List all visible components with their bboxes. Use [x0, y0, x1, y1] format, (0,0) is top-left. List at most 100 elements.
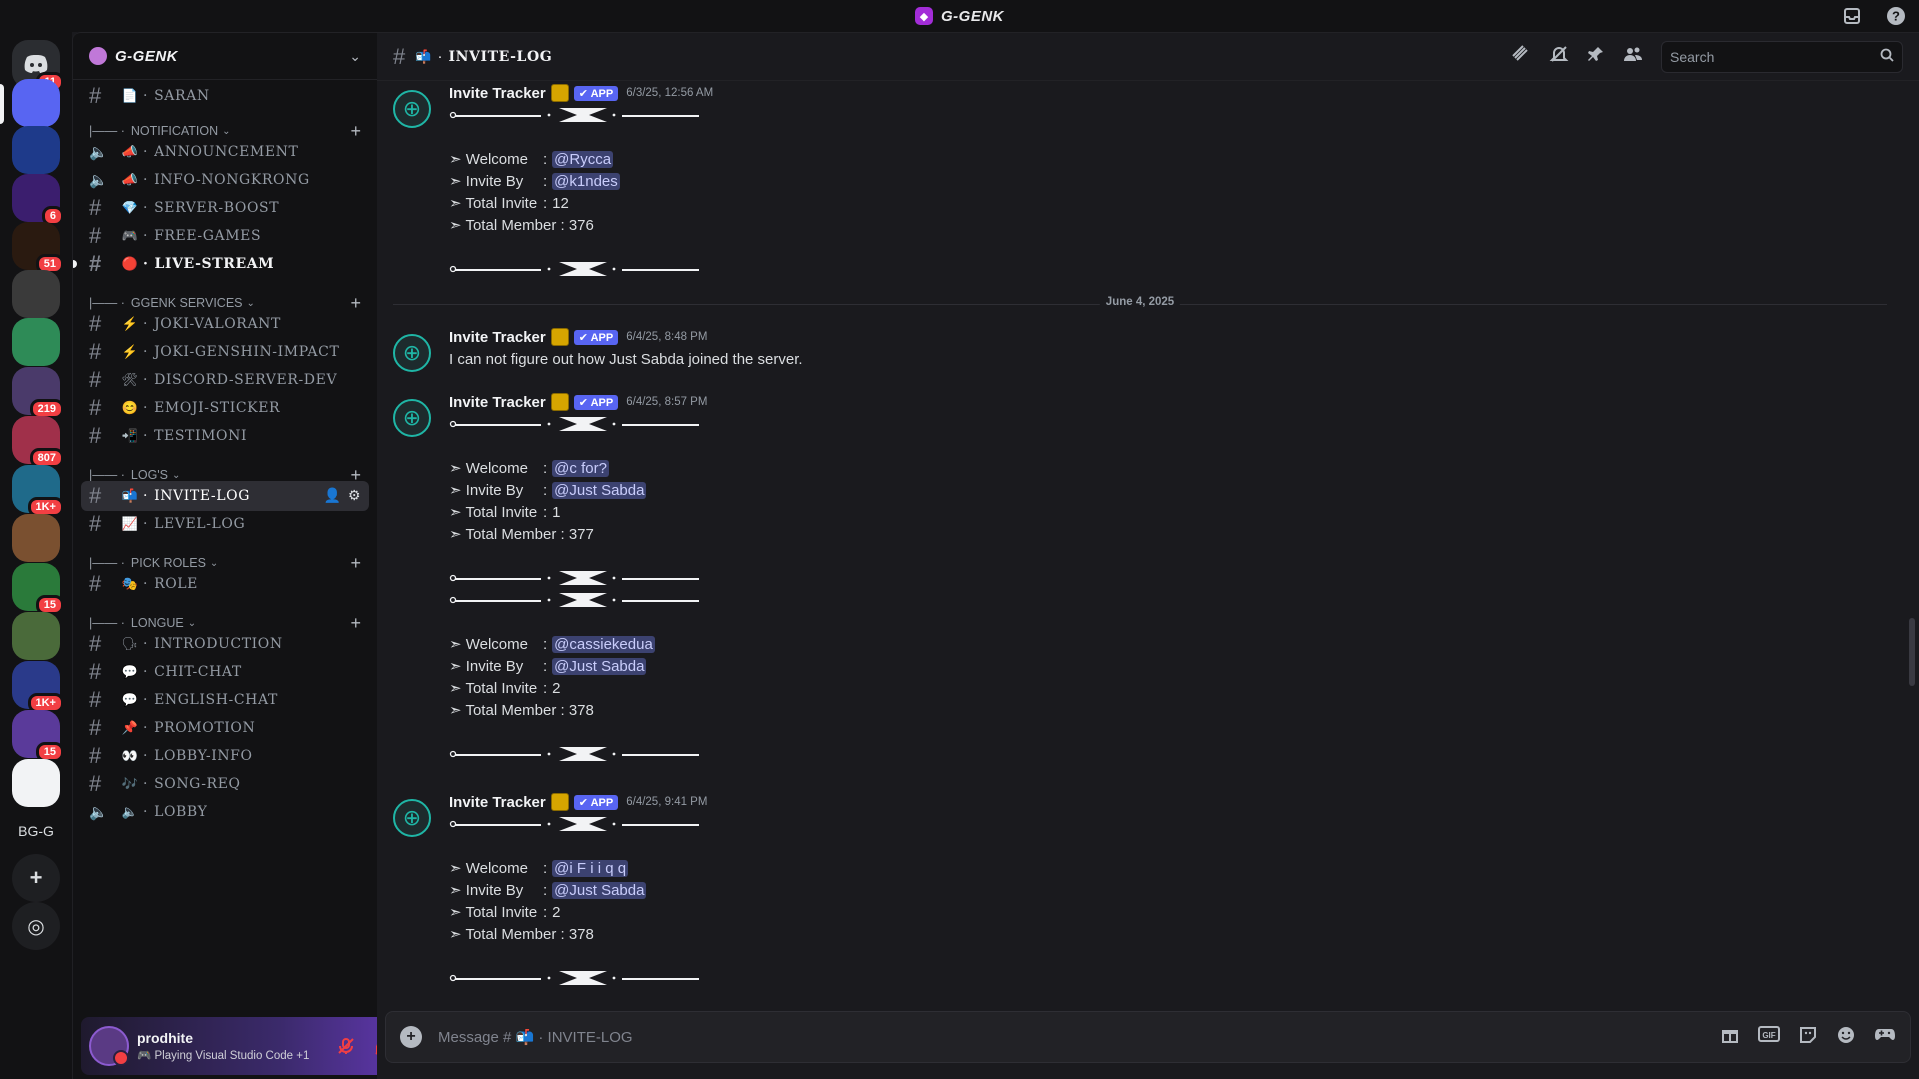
bot-avatar[interactable]: ⊕	[393, 399, 431, 437]
scrollbar[interactable]	[1909, 618, 1915, 686]
app-badge: ✔ APP	[573, 794, 619, 810]
server-icon-8[interactable]: 807	[12, 416, 64, 468]
emoji-icon[interactable]	[1836, 1025, 1856, 1050]
member-list-icon[interactable]	[1623, 45, 1643, 68]
channel-testimoni[interactable]: # 📲 · TESTIMONI	[81, 421, 369, 451]
total-invite-line: ➣ Total Invite:2	[449, 903, 561, 922]
channel-role[interactable]: # 🎭 · ROLE	[81, 569, 369, 599]
server-icon-7[interactable]: 219	[12, 367, 64, 419]
channel-name: SARAN	[154, 88, 210, 104]
channel-emoji-sticker[interactable]: # 😊 · EMOJI-STICKER	[81, 393, 369, 423]
channel-saran[interactable]: # 📄 · SARAN	[81, 81, 369, 111]
server-icon-13[interactable]: 1K+	[12, 661, 64, 713]
server-icon-16[interactable]: BG-G	[12, 807, 60, 855]
server-icon-10[interactable]	[12, 514, 60, 562]
user-mention[interactable]: @Rycca	[552, 150, 614, 168]
channel-emoji: 📬	[121, 488, 139, 504]
message-author[interactable]: Invite Tracker	[449, 394, 546, 411]
main-panel: # 📬 · INVITE-LOG Search ⊕ Invite Tracker…	[377, 32, 1919, 1079]
invite-member-icon[interactable]: 👤	[324, 488, 342, 504]
channel-invite-log[interactable]: # 📬 · INVITE-LOG 👤 ⚙	[81, 481, 369, 511]
welcome-line: ➣ Welcome: @i F i i q q	[449, 859, 629, 877]
channel-name: TESTIMONI	[154, 428, 248, 444]
message-input[interactable]	[438, 1028, 1720, 1046]
hashtag-icon: #	[89, 223, 102, 248]
server-icon-15[interactable]	[12, 759, 60, 807]
channel-sidebar: G-GENK ⌄ # 📄 · SARAN |—— · NOTIFICATION ⌄ + 🔈 📣 · A…	[72, 32, 442, 1079]
voice-speaker-icon: 🔈	[89, 804, 109, 821]
search-input[interactable]	[1670, 48, 1880, 65]
server-icon-1[interactable]	[12, 79, 60, 127]
server-avatar	[12, 612, 60, 660]
user-mention[interactable]: @k1ndes	[552, 172, 620, 190]
message-author[interactable]: Invite Tracker	[449, 85, 546, 102]
upload-plus-icon[interactable]: +	[400, 1026, 422, 1048]
hashtag-icon: #	[89, 367, 102, 392]
channel-song-req[interactable]: # 🎶 · SONG-REQ	[81, 769, 369, 799]
avatar[interactable]	[89, 1026, 129, 1066]
channel-name: ROLE	[154, 576, 198, 592]
bot-avatar[interactable]: ⊕	[393, 334, 431, 372]
server-icon-6[interactable]	[12, 318, 60, 366]
channel-emoji: 🎭	[121, 576, 139, 592]
help-icon[interactable]: ?	[1885, 5, 1907, 27]
server-icon-12[interactable]	[12, 612, 60, 660]
mute-icon[interactable]	[334, 1034, 358, 1058]
server-icon-2[interactable]	[12, 126, 60, 174]
channel-joki-genshin-impact[interactable]: # ⚡ · JOKI-GENSHIN-IMPACT	[81, 337, 369, 367]
chevron-down-icon[interactable]: ⌄	[349, 48, 361, 65]
user-mention[interactable]: @cassiekedua	[552, 635, 655, 653]
pin-icon[interactable]	[1587, 45, 1605, 68]
category-label: LOG'S	[130, 468, 169, 482]
user-mention[interactable]: @Just Sabda	[552, 657, 647, 675]
threads-icon[interactable]	[1511, 44, 1531, 69]
user-mention[interactable]: @i F i i q q	[552, 859, 629, 877]
server-icon-3[interactable]: 6	[12, 174, 64, 226]
bot-avatar[interactable]: ⊕	[393, 90, 431, 128]
server-icon-14[interactable]: 15	[12, 710, 64, 762]
user-mention[interactable]: @Just Sabda	[552, 481, 647, 499]
user-mention[interactable]: @Just Sabda	[552, 881, 647, 899]
user-mention[interactable]: @c for?	[552, 459, 609, 477]
inbox-icon[interactable]	[1841, 5, 1863, 27]
bot-avatar[interactable]: ⊕	[393, 799, 431, 837]
total-invite-line: ➣ Total Invite:12	[449, 194, 569, 213]
server-icon-4[interactable]: 51	[12, 222, 64, 274]
activity-gamepad-icon[interactable]	[1874, 1025, 1896, 1050]
server-header[interactable]: G-GENK ⌄	[73, 32, 377, 80]
channel-chit-chat[interactable]: # 💬 · CHIT-CHAT	[81, 657, 369, 687]
channel-introduction[interactable]: # 🗣 · INTRODUCTION	[81, 629, 369, 659]
welcome-line: ➣ Welcome: @Rycca	[449, 150, 614, 168]
channel-lobby[interactable]: 🔈 🔈 · LOBBY	[81, 797, 369, 827]
channel-live-stream[interactable]: # 🔴 · LIVE-STREAM	[73, 249, 369, 279]
title-bar: ◆ G-GENK ?	[0, 0, 1919, 32]
message-author[interactable]: Invite Tracker	[449, 329, 546, 346]
server-icon-9[interactable]: 1K+	[12, 465, 64, 517]
gif-icon[interactable]: GIF	[1758, 1025, 1780, 1050]
app-badge: ✔ APP	[573, 329, 619, 345]
channel-free-games[interactable]: # 🎮 · FREE-GAMES	[81, 221, 369, 251]
server-icon-11[interactable]: 15	[12, 563, 64, 615]
channel-lobby-info[interactable]: # 👀 · LOBBY-INFO	[81, 741, 369, 771]
sticker-icon[interactable]	[1798, 1025, 1818, 1050]
channel-joki-valorant[interactable]: # ⚡ · JOKI-VALORANT	[81, 309, 369, 339]
channel-name: INTRODUCTION	[154, 636, 283, 652]
channel-english-chat[interactable]: # 💬 · ENGLISH-CHAT	[81, 685, 369, 715]
discover-button[interactable]: ◎	[12, 902, 60, 950]
add-server-button[interactable]: +	[12, 854, 60, 902]
channel-announcement[interactable]: 🔈 📣 · ANNOUNCEMENT	[81, 137, 369, 167]
channel-info-nongkrong[interactable]: 🔈 📣 · INFO-NONGKRONG	[81, 165, 369, 195]
search-box[interactable]	[1661, 40, 1903, 73]
gift-icon[interactable]	[1720, 1025, 1740, 1050]
channel-discord-server-dev[interactable]: # 🛠 · DISCORD-SERVER-DEV	[81, 365, 369, 395]
server-icon-5[interactable]	[12, 270, 60, 318]
notification-bell-off-icon[interactable]	[1549, 44, 1569, 69]
channel-name: FREE-GAMES	[154, 228, 262, 244]
channel-emoji: ⚡	[121, 344, 139, 360]
channel-settings-gear-icon[interactable]: ⚙	[348, 488, 361, 504]
message-author[interactable]: Invite Tracker	[449, 794, 546, 811]
channel-server-boost[interactable]: # 💎 · SERVER-BOOST	[81, 193, 369, 223]
channel-promotion[interactable]: # 📌 · PROMOTION	[81, 713, 369, 743]
message-timestamp: 6/4/25, 8:57 PM	[626, 396, 708, 408]
channel-level-log[interactable]: # 📈 · LEVEL-LOG	[81, 509, 369, 539]
